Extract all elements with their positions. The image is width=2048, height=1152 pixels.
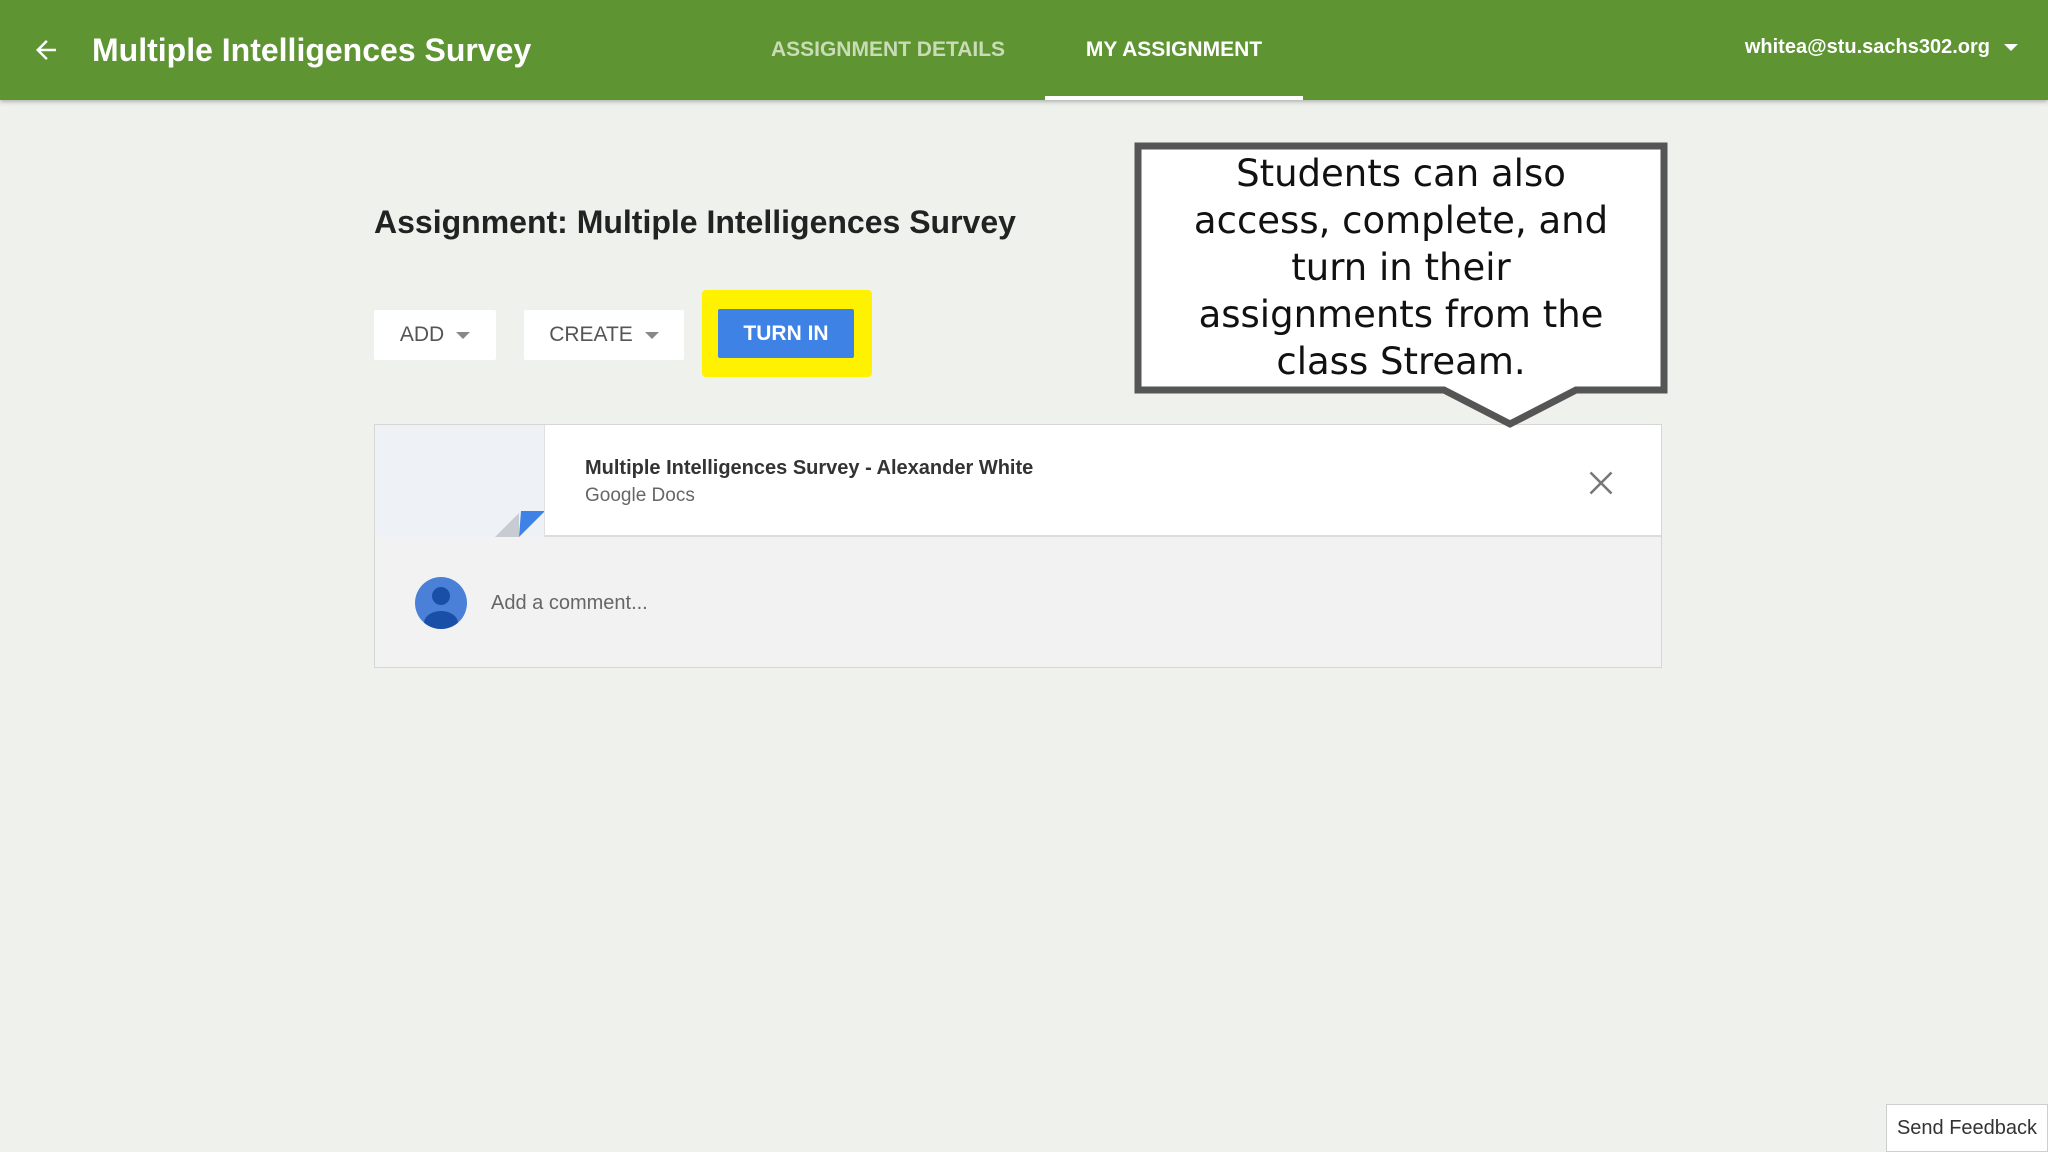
callout-text: Students can also access, complete, and … xyxy=(1148,150,1654,385)
callout-line: assignments from the xyxy=(1198,293,1604,336)
back-button[interactable] xyxy=(26,28,66,72)
tab-label: ASSIGNMENT DETAILS xyxy=(770,38,1006,61)
tab-assignment-details[interactable]: ASSIGNMENT DETAILS xyxy=(752,0,1024,100)
send-feedback-button[interactable]: Send Feedback xyxy=(1886,1104,2048,1152)
callout-line: access, complete, and xyxy=(1193,199,1609,242)
arrow-left-icon xyxy=(36,40,56,60)
add-button-label: ADD xyxy=(399,323,445,346)
callout-line: Students can also xyxy=(1236,152,1566,195)
page-title: Assignment: Multiple Intelligences Surve… xyxy=(374,204,1016,240)
chevron-down-icon xyxy=(456,331,471,339)
create-button[interactable]: CREATE xyxy=(524,310,684,360)
doc-thumbnail xyxy=(375,425,545,537)
assignment-card: Multiple Intelligences Survey - Alexande… xyxy=(374,424,1662,668)
turn-in-button[interactable]: TURN IN xyxy=(718,309,854,358)
comment-row xyxy=(375,539,1661,667)
avatar xyxy=(415,577,467,629)
class-title: Multiple Intelligences Survey xyxy=(92,32,532,68)
tab-my-assignment[interactable]: MY ASSIGNMENT xyxy=(1045,0,1303,100)
chevron-down-icon xyxy=(644,331,659,339)
attachment-item[interactable]: Multiple Intelligences Survey - Alexande… xyxy=(375,425,1661,537)
top-app-bar: Multiple Intelligences Survey ASSIGNMENT… xyxy=(0,0,2048,100)
account-menu[interactable]: whitea@stu.sachs302.org xyxy=(1745,36,2018,59)
callout-line: turn in their xyxy=(1291,246,1511,289)
attachment-name: Multiple Intelligences Survey - Alexande… xyxy=(585,457,1034,479)
attachment-type: Google Docs xyxy=(585,485,695,506)
create-button-label: CREATE xyxy=(549,323,633,346)
send-feedback-label: Send Feedback xyxy=(1896,1116,2038,1139)
close-icon[interactable] xyxy=(1587,469,1615,497)
turn-in-label: TURN IN xyxy=(743,321,829,345)
comment-input[interactable] xyxy=(491,587,1191,619)
google-docs-icon xyxy=(495,511,544,537)
person-icon xyxy=(424,587,458,629)
chevron-down-icon xyxy=(2004,44,2018,51)
callout-line: class Stream. xyxy=(1276,340,1526,383)
active-tab-indicator xyxy=(1045,96,1303,100)
account-email: whitea@stu.sachs302.org xyxy=(1744,36,1990,58)
tab-label: MY ASSIGNMENT xyxy=(1085,38,1263,61)
add-button[interactable]: ADD xyxy=(374,310,496,360)
